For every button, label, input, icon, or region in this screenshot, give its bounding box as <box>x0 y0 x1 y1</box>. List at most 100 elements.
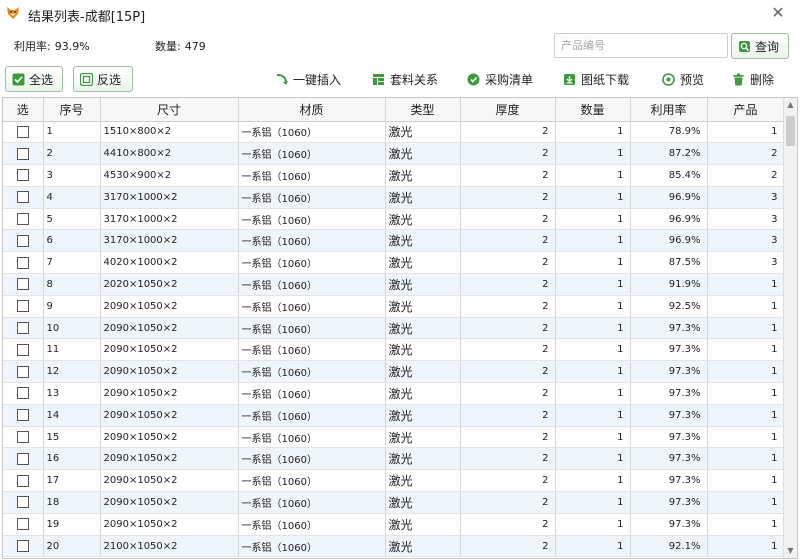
cell-utilization: 97.3% <box>630 426 708 449</box>
cell-quantity: 1 <box>555 295 631 318</box>
query-button-label: 查询 <box>755 39 780 54</box>
cell-index: 16 <box>43 447 101 471</box>
cell-type: 激光 <box>385 142 461 166</box>
cell-quantity: 1 <box>555 229 631 253</box>
table-row[interactable]: 4 3170×1000×2 一系铝（1060） 激光 2 1 96.9% 3 <box>3 186 785 209</box>
row-checkbox[interactable] <box>16 125 29 138</box>
one-key-insert-button[interactable]: 一键插入 <box>275 70 341 88</box>
row-checkbox[interactable] <box>16 234 29 247</box>
cell-thickness: 2 <box>460 447 556 471</box>
column-header-material[interactable]: 材质 <box>238 98 386 122</box>
table-row[interactable]: 9 2090×1050×2 一系铝（1060） 激光 2 1 92.5% 1 <box>3 295 785 318</box>
row-checkbox[interactable] <box>16 409 29 422</box>
cell-quantity: 1 <box>555 164 631 187</box>
row-checkbox[interactable] <box>16 278 29 291</box>
cell-type: 激光 <box>385 360 461 384</box>
row-checkbox[interactable] <box>16 213 29 226</box>
row-checkbox[interactable] <box>16 452 29 465</box>
table-row[interactable]: 6 3170×1000×2 一系铝（1060） 激光 2 1 96.9% 3 <box>3 229 785 253</box>
row-checkbox[interactable] <box>16 518 29 531</box>
row-checkbox[interactable] <box>16 474 29 487</box>
table-row[interactable]: 1 1510×800×2 一系铝（1060） 激光 2 1 78.9% 1 <box>3 121 785 144</box>
cell-material: 一系铝（1060） <box>238 229 386 253</box>
cell-type: 激光 <box>385 404 461 427</box>
table-row[interactable]: 8 2020×1050×2 一系铝（1060） 激光 2 1 91.9% 1 <box>3 273 785 296</box>
table-row[interactable]: 13 2090×1050×2 一系铝（1060） 激光 2 1 97.3% 1 <box>3 382 785 405</box>
cell-material: 一系铝（1060） <box>238 535 386 558</box>
delete-button[interactable]: 删除 <box>732 70 774 88</box>
cell-thickness: 2 <box>460 382 556 405</box>
column-header-select[interactable]: 选 <box>3 98 44 122</box>
table-row[interactable]: 18 2090×1050×2 一系铝（1060） 激光 2 1 97.3% 1 <box>3 491 785 514</box>
table-row[interactable]: 7 4020×1000×2 一系铝（1060） 激光 2 1 87.5% 3 <box>3 251 785 275</box>
query-button[interactable]: 查询 <box>731 33 789 59</box>
column-header-quantity[interactable]: 数量 <box>555 98 631 122</box>
close-icon[interactable]: ✕ <box>770 3 786 23</box>
cell-type: 激光 <box>385 382 461 405</box>
row-select-cell <box>3 360 44 384</box>
cell-utilization: 87.5% <box>630 251 708 275</box>
cell-quantity: 1 <box>555 513 631 536</box>
table-row[interactable]: 20 2100×1050×2 一系铝（1060） 激光 2 1 92.1% 1 <box>3 535 785 558</box>
nesting-relation-button[interactable]: 套料关系 <box>372 70 438 88</box>
column-header-utilization[interactable]: 利用率 <box>630 98 708 122</box>
cell-thickness: 2 <box>460 360 556 384</box>
cell-quantity: 1 <box>555 447 631 471</box>
row-checkbox[interactable] <box>16 191 29 204</box>
cell-thickness: 2 <box>460 535 556 558</box>
table-row[interactable]: 3 4530×900×2 一系铝（1060） 激光 2 1 85.4% 2 <box>3 164 785 187</box>
row-checkbox[interactable] <box>16 343 29 356</box>
preview-button[interactable]: 预览 <box>662 70 704 88</box>
row-checkbox[interactable] <box>16 496 29 509</box>
cell-index: 8 <box>43 273 101 296</box>
table-row[interactable]: 11 2090×1050×2 一系铝（1060） 激光 2 1 97.3% 1 <box>3 338 785 362</box>
row-checkbox[interactable] <box>16 300 29 313</box>
table-row[interactable]: 19 2090×1050×2 一系铝（1060） 激光 2 1 97.3% 1 <box>3 513 785 536</box>
cell-material: 一系铝（1060） <box>238 469 386 493</box>
select-all-button[interactable]: 全选 <box>5 66 63 92</box>
row-checkbox[interactable] <box>16 169 29 182</box>
invert-selection-button[interactable]: 反选 <box>73 66 133 92</box>
column-header-index[interactable]: 序号 <box>43 98 101 122</box>
table-row[interactable]: 5 3170×1000×2 一系铝（1060） 激光 2 1 96.9% 3 <box>3 208 785 231</box>
drawing-download-button[interactable]: 图纸下载 <box>563 70 629 88</box>
table-row[interactable]: 14 2090×1050×2 一系铝（1060） 激光 2 1 97.3% 1 <box>3 404 785 427</box>
cell-thickness: 2 <box>460 186 556 209</box>
row-checkbox[interactable] <box>16 387 29 400</box>
row-checkbox[interactable] <box>16 322 29 335</box>
cell-utilization: 97.3% <box>630 338 708 362</box>
cell-size: 2090×1050×2 <box>100 295 239 318</box>
cell-utilization: 97.3% <box>630 404 708 427</box>
cell-thickness: 2 <box>460 404 556 427</box>
cell-size: 2090×1050×2 <box>100 404 239 427</box>
table-row[interactable]: 10 2090×1050×2 一系铝（1060） 激光 2 1 97.3% 1 <box>3 317 785 340</box>
cell-size: 2090×1050×2 <box>100 513 239 536</box>
row-checkbox[interactable] <box>16 256 29 269</box>
product-number-input[interactable] <box>554 33 728 58</box>
table-row[interactable]: 12 2090×1050×2 一系铝（1060） 激光 2 1 97.3% 1 <box>3 360 785 384</box>
query-icon <box>739 40 750 52</box>
cell-type: 激光 <box>385 447 461 471</box>
table-row[interactable]: 17 2090×1050×2 一系铝（1060） 激光 2 1 97.3% 1 <box>3 469 785 493</box>
cell-size: 4530×900×2 <box>100 164 239 187</box>
column-header-type[interactable]: 类型 <box>385 98 461 122</box>
cell-quantity: 1 <box>555 186 631 209</box>
row-checkbox[interactable] <box>16 147 29 160</box>
cell-product: 1 <box>707 338 785 362</box>
table-row[interactable]: 15 2090×1050×2 一系铝（1060） 激光 2 1 97.3% 1 <box>3 426 785 449</box>
vertical-scrollbar[interactable]: ▲ ▼ <box>783 98 797 558</box>
row-select-cell <box>3 164 44 187</box>
row-checkbox[interactable] <box>16 365 29 378</box>
row-checkbox[interactable] <box>16 431 29 444</box>
cell-size: 2090×1050×2 <box>100 360 239 384</box>
row-checkbox[interactable] <box>16 540 29 553</box>
scroll-thumb[interactable] <box>786 116 795 146</box>
column-header-product[interactable]: 产品 <box>707 98 785 122</box>
purchase-list-button[interactable]: 采购清单 <box>467 70 533 88</box>
column-header-size[interactable]: 尺寸 <box>100 98 239 122</box>
scroll-up-icon[interactable]: ▲ <box>784 98 797 112</box>
column-header-thickness[interactable]: 厚度 <box>460 98 556 122</box>
table-row[interactable]: 2 4410×800×2 一系铝（1060） 激光 2 1 87.2% 2 <box>3 142 785 166</box>
table-row[interactable]: 16 2090×1050×2 一系铝（1060） 激光 2 1 97.3% 1 <box>3 447 785 471</box>
scroll-down-icon[interactable]: ▼ <box>784 544 797 558</box>
